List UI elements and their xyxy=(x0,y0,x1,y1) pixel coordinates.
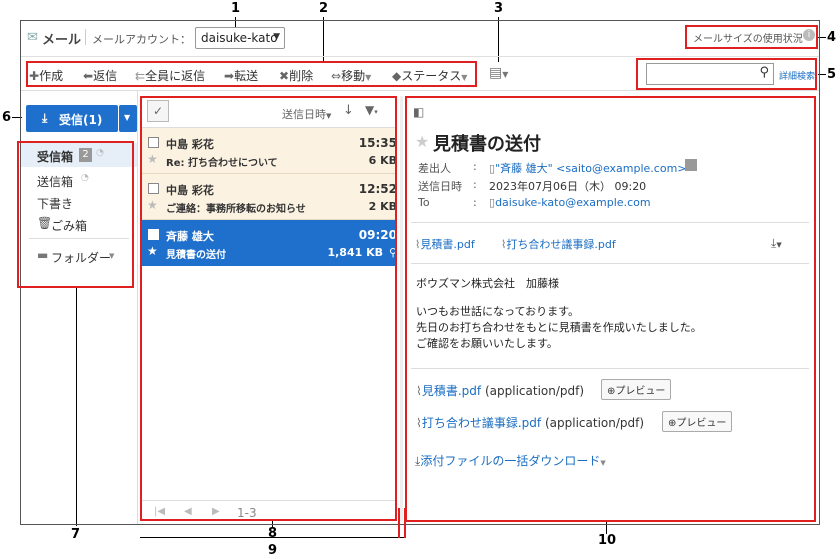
account-value: daisuke-kato xyxy=(201,31,278,45)
callout-9: 9 xyxy=(268,543,278,558)
receive-menu-button[interactable]: ▼ xyxy=(119,105,137,132)
account-select[interactable]: daisuke-kato ▼ xyxy=(195,27,285,49)
callout-box-10 xyxy=(405,96,816,522)
leader-line-9 xyxy=(140,537,404,538)
download-icon: ⤓ xyxy=(42,111,48,125)
receive-label: 受信(1) xyxy=(59,113,103,127)
callout-3: 3 xyxy=(494,1,504,16)
callout-box-7 xyxy=(17,141,134,288)
account-label: メールアカウント： xyxy=(92,33,191,46)
callout-8: 8 xyxy=(268,526,278,541)
callout-5: 5 xyxy=(827,67,837,82)
callout-7: 7 xyxy=(71,527,81,542)
pane-splitter[interactable] xyxy=(400,96,403,521)
callout-2: 2 xyxy=(319,1,329,16)
chevron-down-icon: ▼ xyxy=(273,32,280,42)
callout-box-4 xyxy=(685,25,818,49)
callout-box-5 xyxy=(636,58,817,90)
callout-6: 6 xyxy=(2,110,12,125)
chevron-down-icon: ▼ xyxy=(124,113,131,122)
callout-box-8 xyxy=(140,96,397,521)
view-layout-icon[interactable]: ▤▼ xyxy=(489,65,508,81)
app-title: メール xyxy=(42,33,82,48)
callout-10: 10 xyxy=(598,533,617,548)
callout-4: 4 xyxy=(827,30,837,45)
mail-icon: ✉ xyxy=(27,30,38,45)
divider xyxy=(85,29,86,45)
callout-box-2 xyxy=(26,61,477,87)
receive-button[interactable]: ⤓ 受信(1) xyxy=(26,105,118,132)
callout-1: 1 xyxy=(231,1,241,16)
